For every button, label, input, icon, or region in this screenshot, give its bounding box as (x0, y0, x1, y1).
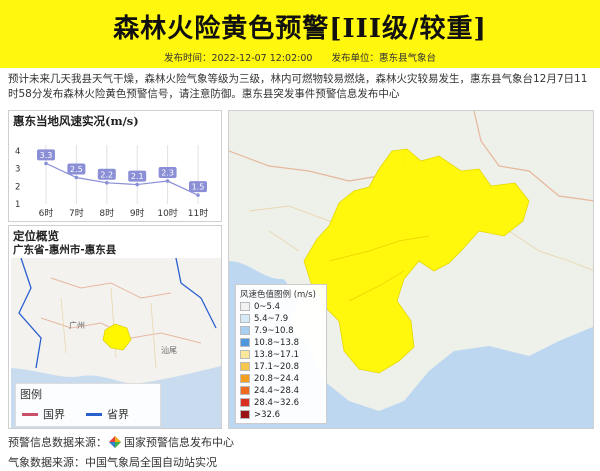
warning-source-name[interactable]: 国家预警信息发布中心 (124, 434, 234, 450)
y-tick-label: 2 (15, 182, 20, 192)
wind-legend-item: 5.4~7.9 (240, 313, 288, 324)
province-border-label: 省界 (107, 408, 129, 421)
data-point[interactable] (74, 175, 79, 180)
map-label-shanwei: 汕尾 (161, 345, 177, 355)
data-label: 2.5 (70, 165, 83, 174)
wind-legend-swatch (240, 314, 250, 323)
wind-speed-legend-title: 风速色值图例 (m/s) (240, 290, 316, 300)
weather-source-line: 气象数据来源：中国气象局全国自动站实况 (8, 454, 217, 470)
x-tick-label: 10时 (157, 207, 177, 219)
publisher: 发布单位：惠东县气象台 (331, 53, 436, 64)
y-tick-label: 1 (15, 200, 20, 210)
wind-legend-label: 20.8~24.4 (254, 373, 299, 384)
wind-legend-swatch (240, 398, 250, 407)
wind-legend-label: 10.8~13.8 (254, 337, 299, 348)
wind-legend-swatch (240, 350, 250, 359)
warning-meta: 发布时间：2022-12-07 12:02:00 发布单位：惠东县气象台 (0, 50, 600, 64)
x-tick-label: 11时 (188, 207, 208, 219)
wind-legend-item: 24.4~28.4 (240, 385, 299, 396)
warning-title: 森林火险黄色预警[III级/较重] (113, 14, 487, 44)
wind-legend-label: 28.4~32.6 (254, 397, 299, 408)
data-point[interactable] (165, 179, 170, 183)
wind-legend-swatch (240, 386, 250, 395)
national-border-label: 国界 (43, 408, 65, 421)
overview-legend-title: 图例 (20, 388, 42, 401)
weather-source-label: 气象数据来源：中国气象局全国自动站实况 (8, 456, 217, 469)
warning-banner: 森林火险黄色预警[III级/较重] 发布时间：2022-12-07 12:02:… (0, 0, 600, 68)
wind-legend-swatch (240, 374, 250, 383)
data-label: 2.2 (100, 170, 113, 179)
wind-legend-item: 28.4~32.6 (240, 397, 299, 408)
x-tick-label: 8时 (99, 207, 114, 219)
data-label: 3.3 (40, 151, 53, 160)
wind-speed-chart: 1 2 3 4 6时 7时 8时 9时 10时 11时 3.3 2.5 2.2 2.1 2.3 1.5 (15, 145, 208, 219)
data-point[interactable] (196, 193, 200, 197)
wind-legend-swatch (240, 410, 250, 419)
y-tick-label: 4 (15, 147, 20, 157)
wind-speed-panel: 惠东当地风速实况(m/s) 1 2 3 4 6时 7时 8时 9时 10时 11时 3.3 2.5 2.… (8, 110, 222, 222)
warning-source-line: 预警信息数据来源： 国家预警信息发布中心 (8, 434, 234, 450)
legend-province-border: 省界 (86, 406, 129, 422)
wind-legend-label: 7.9~10.8 (254, 325, 294, 336)
province-border-swatch (86, 412, 102, 416)
x-tick-label: 6时 (39, 207, 54, 219)
overview-legend: 图例 国界 省界 (15, 383, 161, 427)
map-label-guangzhou: 广州 (69, 320, 85, 330)
wind-legend-swatch (240, 338, 250, 347)
data-point[interactable] (44, 161, 48, 166)
wind-legend-swatch (240, 362, 250, 371)
legend-national-border: 国界 (22, 406, 65, 422)
warning-source-label: 预警信息数据来源： (8, 436, 107, 449)
wind-legend-label: 17.1~20.8 (254, 361, 299, 372)
wind-legend-label: 5.4~7.9 (254, 313, 289, 324)
warning-description: 预计未来几天我县天气干燥，森林火险气象等级为三级，林内可燃物较易燃烧，森林火灾较… (8, 73, 588, 100)
wind-legend-swatch (240, 326, 250, 335)
publish-time: 发布时间：2022-12-07 12:02:00 (164, 53, 313, 64)
main-map[interactable]: 风速色值图例 (m/s) 0~5.4 5.4~7.9 7.9~10.8 10.8~13… (228, 110, 594, 429)
wind-legend-label: 24.4~28.4 (254, 385, 299, 396)
wind-legend-label: >32.6 (254, 409, 281, 420)
wind-legend-item: 0~5.4 (240, 301, 280, 312)
wind-speed-legend: 风速色值图例 (m/s) 0~5.4 5.4~7.9 7.9~10.8 10.8~13… (235, 284, 327, 424)
wind-legend-item: 7.9~10.8 (240, 325, 294, 336)
location-subtitle: 广东省-惠州市-惠东县 (13, 244, 117, 256)
data-label: 2.3 (161, 169, 174, 178)
data-label: 1.5 (192, 183, 205, 192)
location-panel: 定位概览 广东省-惠州市-惠东县 广州 汕尾 图例 国界 省界 (8, 225, 222, 429)
wind-legend-item: 13.8~17.1 (240, 349, 299, 360)
warning-center-logo-icon (109, 436, 121, 448)
data-point[interactable] (105, 181, 109, 185)
x-tick-label: 9时 (130, 207, 145, 219)
wind-legend-label: 13.8~17.1 (254, 349, 299, 360)
y-tick-label: 3 (15, 165, 20, 175)
data-label: 2.1 (131, 172, 144, 181)
national-border-swatch (22, 412, 38, 416)
wind-legend-item: 10.8~13.8 (240, 337, 299, 348)
wind-legend-label: 0~5.4 (254, 301, 281, 312)
wind-legend-item: 17.1~20.8 (240, 361, 299, 372)
wind-legend-swatch (240, 302, 250, 311)
x-tick-label: 7时 (69, 207, 84, 219)
data-point[interactable] (135, 182, 139, 187)
wind-legend-item: >32.6 (240, 409, 280, 420)
wind-legend-item: 20.8~24.4 (240, 373, 299, 384)
